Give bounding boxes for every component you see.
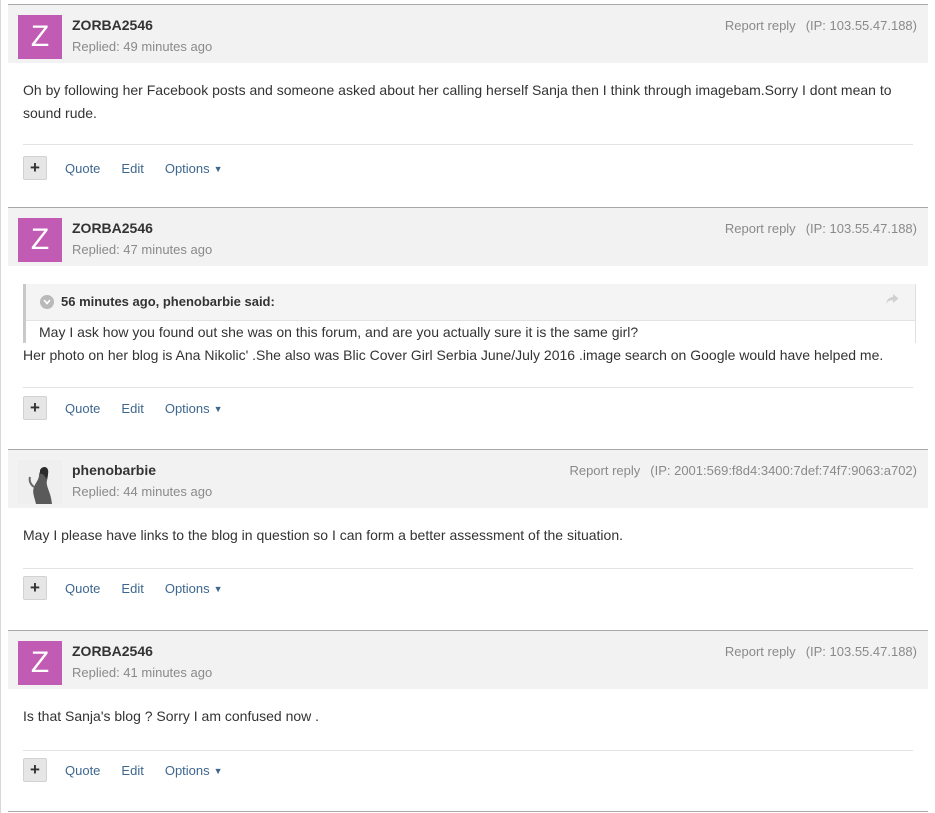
caret-down-icon: ▼ bbox=[213, 163, 223, 174]
edit-button[interactable]: Edit bbox=[121, 401, 143, 416]
username[interactable]: ZORBA2546 bbox=[72, 17, 153, 33]
options-label: Options bbox=[164, 160, 210, 176]
chevron-down-icon[interactable] bbox=[40, 294, 54, 309]
post-message: Is that Sanja's blog ? Sorry I am confus… bbox=[23, 708, 320, 724]
reply-timestamp: Replied: 49 minutes ago bbox=[72, 39, 213, 54]
post-header: phenobarbie Replied: 44 minutes ago Repo… bbox=[8, 449, 928, 508]
reply-timestamp: Replied: 41 minutes ago bbox=[72, 665, 213, 680]
options-label: Options bbox=[164, 400, 210, 416]
edit-button[interactable]: Edit bbox=[121, 161, 143, 176]
quote-button[interactable]: Quote bbox=[65, 401, 100, 416]
plus-icon: + bbox=[30, 398, 40, 417]
avatar[interactable]: Z bbox=[18, 641, 62, 685]
report-reply-link[interactable]: Report reply bbox=[725, 644, 796, 659]
report-reply-link[interactable]: Report reply bbox=[725, 18, 796, 33]
username[interactable]: phenobarbie bbox=[72, 462, 156, 478]
reply-timestamp: Replied: 47 minutes ago bbox=[72, 242, 213, 257]
quote-block: 56 minutes ago, phenobarbie said: May I … bbox=[23, 284, 916, 343]
avatar[interactable] bbox=[18, 460, 62, 504]
edit-button[interactable]: Edit bbox=[121, 581, 143, 596]
post-message: May I please have links to the blog in q… bbox=[23, 527, 623, 543]
post-divider bbox=[23, 568, 913, 569]
post-header: Z ZORBA2546 Replied: 49 minutes ago Repo… bbox=[8, 4, 928, 63]
post-message: Oh by following her Facebook posts and s… bbox=[23, 82, 892, 121]
post-meta: Report reply (IP: 103.55.47.188) bbox=[725, 18, 917, 33]
forum-post: phenobarbie Replied: 44 minutes ago Repo… bbox=[8, 449, 928, 629]
options-label: Options bbox=[164, 762, 210, 778]
post-header: Z ZORBA2546 Replied: 47 minutes ago Repo… bbox=[8, 207, 928, 266]
add-reaction-button[interactable]: + bbox=[23, 156, 47, 180]
post-meta: Report reply (IP: 103.55.47.188) bbox=[725, 644, 917, 659]
post-actions: + Quote Edit Options ▼ bbox=[23, 758, 244, 782]
add-reaction-button[interactable]: + bbox=[23, 396, 47, 420]
post-header: Z ZORBA2546 Replied: 41 minutes ago Repo… bbox=[8, 630, 928, 689]
forum-post: Z ZORBA2546 Replied: 47 minutes ago Repo… bbox=[8, 207, 928, 447]
post-actions: + Quote Edit Options ▼ bbox=[23, 576, 244, 600]
post-meta: Report reply (IP: 103.55.47.188) bbox=[725, 221, 917, 236]
caret-down-icon: ▼ bbox=[213, 583, 223, 594]
caret-down-icon: ▼ bbox=[213, 403, 223, 414]
ip-address: (IP: 103.55.47.188) bbox=[805, 18, 917, 33]
post-message: Her photo on her blog is Ana Nikolic' .S… bbox=[23, 347, 884, 363]
username[interactable]: ZORBA2546 bbox=[72, 220, 153, 236]
quote-text: May I ask how you found out she was on t… bbox=[26, 320, 915, 343]
ip-address: (IP: 103.55.47.188) bbox=[805, 221, 917, 236]
avatar[interactable]: Z bbox=[18, 15, 62, 59]
caret-down-icon: ▼ bbox=[213, 765, 223, 776]
quote-header[interactable]: 56 minutes ago, phenobarbie said: bbox=[40, 294, 275, 309]
quote-button[interactable]: Quote bbox=[65, 763, 100, 778]
post-divider bbox=[23, 144, 913, 145]
ip-address: (IP: 2001:569:f8d4:3400:7def:74f7:9063:a… bbox=[650, 463, 917, 478]
options-menu[interactable]: Options ▼ bbox=[165, 161, 223, 176]
avatar[interactable]: Z bbox=[18, 218, 62, 262]
post-actions: + Quote Edit Options ▼ bbox=[23, 156, 244, 180]
forum-post: Z ZORBA2546 Replied: 41 minutes ago Repo… bbox=[8, 630, 928, 810]
options-label: Options bbox=[164, 580, 210, 596]
post-actions: + Quote Edit Options ▼ bbox=[23, 396, 244, 420]
username[interactable]: ZORBA2546 bbox=[72, 643, 153, 659]
reply-timestamp: Replied: 44 minutes ago bbox=[72, 484, 213, 499]
edit-button[interactable]: Edit bbox=[121, 763, 143, 778]
post-divider bbox=[23, 387, 913, 388]
options-menu[interactable]: Options ▼ bbox=[165, 581, 223, 596]
report-reply-link[interactable]: Report reply bbox=[725, 221, 796, 236]
plus-icon: + bbox=[30, 578, 40, 597]
share-icon[interactable] bbox=[886, 293, 899, 308]
quote-button[interactable]: Quote bbox=[65, 581, 100, 596]
options-menu[interactable]: Options ▼ bbox=[165, 401, 223, 416]
forum-post: Z ZORBA2546 Replied: 49 minutes ago Repo… bbox=[8, 4, 928, 204]
quote-button[interactable]: Quote bbox=[65, 161, 100, 176]
post-divider bbox=[23, 750, 913, 751]
plus-icon: + bbox=[30, 158, 40, 177]
add-reaction-button[interactable]: + bbox=[23, 758, 47, 782]
post-separator bbox=[8, 811, 928, 812]
post-meta: Report reply (IP: 2001:569:f8d4:3400:7def… bbox=[569, 463, 917, 478]
quote-header-text: 56 minutes ago, phenobarbie said: bbox=[61, 294, 275, 309]
ip-address: (IP: 103.55.47.188) bbox=[805, 644, 917, 659]
report-reply-link[interactable]: Report reply bbox=[569, 463, 640, 478]
page-left-border bbox=[0, 0, 1, 813]
add-reaction-button[interactable]: + bbox=[23, 576, 47, 600]
options-menu[interactable]: Options ▼ bbox=[165, 763, 223, 778]
plus-icon: + bbox=[30, 760, 40, 779]
